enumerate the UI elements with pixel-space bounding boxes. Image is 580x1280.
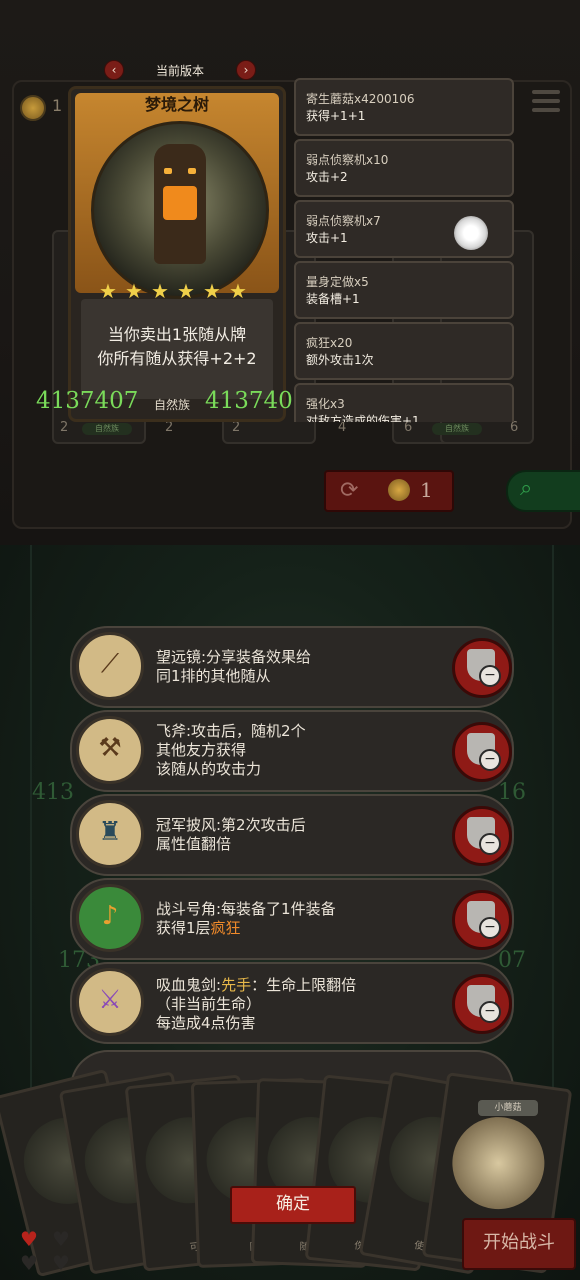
coin-icon bbox=[388, 479, 410, 501]
vampire-sword-icon: ⚔ bbox=[76, 968, 144, 1036]
minus-icon: − bbox=[479, 749, 501, 771]
refresh-icon: ⟳ bbox=[340, 478, 359, 503]
touch-indicator bbox=[454, 216, 488, 250]
cloak-icon: ♜ bbox=[76, 800, 144, 868]
equipment-item[interactable]: ♪ 战斗号角:每装备了1件装备 获得1层疯狂 − bbox=[70, 878, 514, 960]
version-label: 当前版本 bbox=[155, 64, 204, 78]
menu-icon[interactable] bbox=[532, 90, 560, 114]
heart-icon: ♥ bbox=[20, 1251, 38, 1275]
equipment-item[interactable]: ⟋ 望远镜:分享装备效果给 同1排的其他随从 − bbox=[70, 626, 514, 708]
heart-icon: ♥ bbox=[52, 1227, 70, 1251]
equipment-description: 望远镜:分享装备效果给 同1排的其他随从 bbox=[156, 648, 312, 685]
buff-name: 弱点侦察机x7 bbox=[306, 214, 381, 228]
card-attack: 4137407 bbox=[36, 388, 139, 414]
card-preview: 梦境之树 ★ ★ ★ ★ ★ ★ 当你卖出1张随从牌 你所有随从获得+2+2 bbox=[68, 86, 286, 422]
background-stat: 413 bbox=[32, 780, 74, 805]
heart-icon: ♥ bbox=[52, 1251, 70, 1275]
minus-icon: − bbox=[479, 917, 501, 939]
axe-icon: ⚒ bbox=[76, 716, 144, 784]
search-button[interactable]: ⌕ bbox=[506, 470, 580, 512]
card-title: 梦境之树 bbox=[144, 95, 209, 114]
star-rating: ★ ★ ★ ★ ★ ★ bbox=[99, 279, 259, 303]
buff-name: 弱点侦察机x10 bbox=[306, 153, 389, 167]
buff-effect: 额外攻击1次 bbox=[306, 353, 374, 367]
tree-eye bbox=[164, 168, 172, 174]
equipment-description: 战斗号角:每装备了1件装备 获得1层疯狂 bbox=[156, 900, 336, 937]
remove-equipment-button[interactable]: − bbox=[452, 974, 512, 1034]
buff-item: 强化x3 对敌方造成的伤害+1 bbox=[294, 383, 514, 422]
horn-icon: ♪ bbox=[76, 884, 144, 952]
equipment-item[interactable]: ⚒ 飞斧:攻击后，随机2个 其他友方获得 该随从的攻击力 − bbox=[70, 710, 514, 792]
buff-name: 量身定做x5 bbox=[306, 275, 369, 289]
board-card-stat: 6 bbox=[510, 420, 519, 435]
buff-item: 弱点侦察机x10 攻击+2 bbox=[294, 139, 514, 197]
equipment-item[interactable]: ♜ 冠军披风:第2次攻击后 属性值翻倍 − bbox=[70, 794, 514, 876]
refresh-button[interactable]: ⟳ 1 bbox=[324, 470, 454, 512]
hand-card-name: 小蘑菇 bbox=[478, 1100, 538, 1116]
background-stat: 16 bbox=[498, 780, 526, 805]
tree-eye bbox=[188, 168, 196, 174]
remove-equipment-button[interactable]: − bbox=[452, 638, 512, 698]
card-description: 你所有随从获得+2+2 bbox=[97, 349, 257, 368]
minus-icon: − bbox=[479, 665, 501, 687]
buff-effect: 攻击+2 bbox=[306, 170, 348, 184]
equipment-description: 吸血鬼剑:先手：生命上限翻倍 （非当前生命） 每造成4点伤害 bbox=[156, 976, 357, 1032]
buff-name: 疯狂x20 bbox=[306, 336, 353, 350]
telescope-icon: ⟋ bbox=[76, 632, 144, 700]
minus-icon: − bbox=[479, 1001, 501, 1023]
board-card-tribe: 自然族 bbox=[432, 423, 482, 435]
minus-icon: − bbox=[479, 833, 501, 855]
tree-portrait bbox=[91, 121, 269, 299]
card-description-box: 当你卖出1张随从牌 你所有随从获得+2+2 bbox=[81, 299, 273, 399]
equipment-item[interactable]: ⚔ 吸血鬼剑:先手：生命上限翻倍 （非当前生命） 每造成4点伤害 − bbox=[70, 962, 514, 1044]
background-stat: 07 bbox=[498, 948, 526, 973]
buff-effect: 装备槽+1 bbox=[306, 292, 360, 306]
tree-mouth bbox=[163, 186, 197, 220]
buff-item: 量身定做x5 装备槽+1 bbox=[294, 261, 514, 319]
board-card-tribe: 自然族 bbox=[82, 423, 132, 435]
buff-item: 寄生蘑菇x4200106 获得+1+1 bbox=[294, 78, 514, 136]
buff-item: 疯狂x20 额外攻击1次 bbox=[294, 322, 514, 380]
buff-name: 寄生蘑菇x4200106 bbox=[306, 92, 415, 106]
card-health: 413740 bbox=[205, 388, 293, 414]
buff-list[interactable]: 寄生蘑菇x4200106 获得+1+1 弱点侦察机x10 攻击+2 弱点侦察机x… bbox=[294, 78, 514, 422]
buff-effect: 攻击+1 bbox=[306, 231, 348, 245]
remove-equipment-button[interactable]: − bbox=[452, 890, 512, 950]
coin-count: 1 bbox=[52, 96, 63, 115]
search-icon: ⌕ bbox=[520, 476, 533, 501]
refresh-cost: 1 bbox=[420, 478, 433, 502]
coin-icon bbox=[20, 95, 46, 121]
board-card-stat: 6 bbox=[404, 420, 413, 435]
equipment-description: 飞斧:攻击后，随机2个 其他友方获得 该随从的攻击力 bbox=[156, 722, 306, 778]
confirm-button[interactable]: 确定 bbox=[230, 1186, 356, 1224]
heart-icon: ♥ bbox=[20, 1227, 38, 1251]
buff-effect: 获得+1+1 bbox=[306, 109, 366, 123]
next-version-button[interactable]: › bbox=[236, 60, 256, 80]
prev-version-button[interactable]: ‹ bbox=[104, 60, 124, 80]
card-tribe: 自然族 bbox=[154, 398, 191, 412]
remove-equipment-button[interactable]: − bbox=[452, 722, 512, 782]
start-battle-button[interactable]: 开始战斗 bbox=[462, 1218, 576, 1270]
version-switcher: ‹ 当前版本 › bbox=[100, 60, 260, 80]
board-card-stat: 4 bbox=[338, 420, 347, 435]
equipment-description: 冠军披风:第2次攻击后 属性值翻倍 bbox=[156, 816, 306, 853]
buff-effect: 对敌方造成的伤害+1 bbox=[306, 414, 420, 422]
board-card-stat: 2 bbox=[60, 420, 69, 435]
remove-equipment-button[interactable]: − bbox=[452, 806, 512, 866]
card-description: 当你卖出1张随从牌 bbox=[107, 325, 247, 344]
buff-name: 强化x3 bbox=[306, 397, 345, 411]
board-card-stat: 2 bbox=[232, 420, 241, 435]
board-card-stat: 2 bbox=[165, 420, 174, 435]
